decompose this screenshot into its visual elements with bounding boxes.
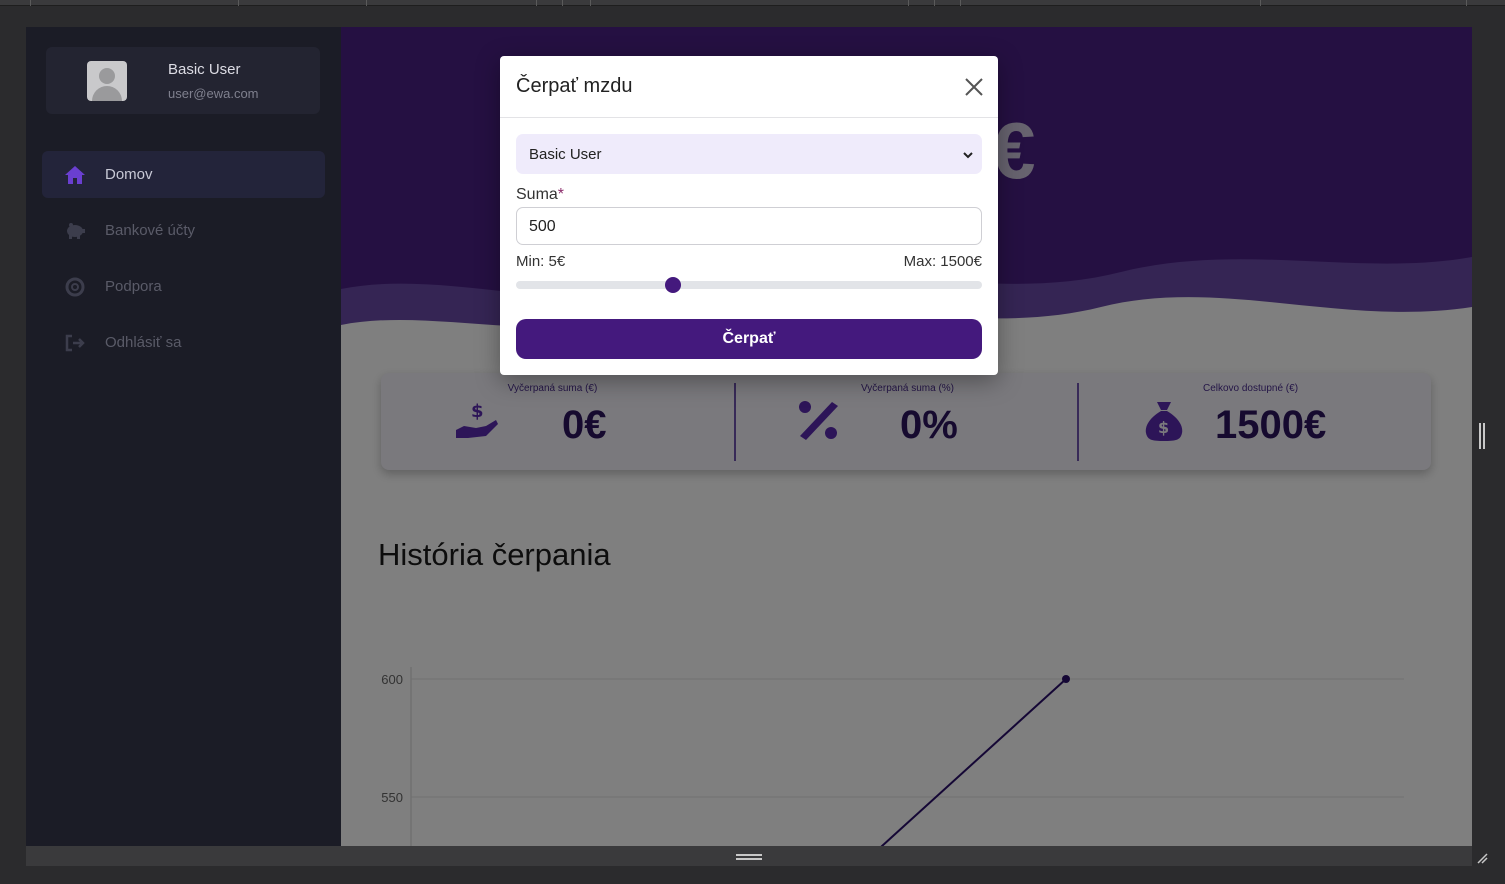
logout-icon xyxy=(64,332,86,354)
modal-header: Čerpať mzdu xyxy=(500,56,998,118)
close-icon[interactable] xyxy=(962,75,986,99)
amount-slider[interactable] xyxy=(516,277,982,293)
sidebar-item-label: Podpora xyxy=(105,278,162,295)
avatar xyxy=(87,61,127,101)
sidebar-item-label: Domov xyxy=(105,166,153,183)
browser-top-strip xyxy=(0,0,1505,6)
sidebar-item-label: Odhlásiť sa xyxy=(105,334,182,351)
piggy-bank-icon xyxy=(64,220,86,242)
sidebar-item-home[interactable]: Domov xyxy=(42,151,325,198)
sidebar: Basic User user@ewa.com Domov Bankové úč… xyxy=(26,27,341,846)
vertical-resize-handle[interactable] xyxy=(1479,423,1481,449)
withdraw-button[interactable]: Čerpať xyxy=(516,319,982,359)
bottom-panel-bar xyxy=(26,846,1472,866)
home-icon xyxy=(64,164,86,186)
min-label: Min: 5€ xyxy=(516,253,566,270)
sidebar-item-support[interactable]: Podpora xyxy=(42,263,325,310)
horizontal-resize-handle[interactable] xyxy=(736,854,762,856)
sum-input[interactable]: 500 xyxy=(516,207,982,245)
resize-corner-icon[interactable] xyxy=(1476,851,1488,864)
sum-label: Suma* xyxy=(516,186,565,203)
chevron-down-icon xyxy=(962,148,974,160)
user-email: user@ewa.com xyxy=(168,86,259,101)
sidebar-item-label: Bankové účty xyxy=(105,222,196,239)
max-label: Max: 1500€ xyxy=(903,253,982,270)
required-mark: * xyxy=(557,186,565,203)
sidebar-item-bank-accounts[interactable]: Bankové účty xyxy=(42,207,325,254)
user-select[interactable]: Basic User xyxy=(516,134,982,174)
modal-title: Čerpať mzdu xyxy=(516,75,633,97)
user-name: Basic User xyxy=(168,61,241,78)
sum-input-value: 500 xyxy=(529,218,556,235)
app-frame: Basic User user@ewa.com Domov Bankové úč… xyxy=(26,27,1472,846)
slider-thumb[interactable] xyxy=(665,277,681,293)
withdraw-salary-modal: Čerpať mzdu Basic User Suma* 500 Min: 5€… xyxy=(500,56,998,375)
user-select-value: Basic User xyxy=(529,146,602,163)
user-profile-card[interactable]: Basic User user@ewa.com xyxy=(46,47,320,114)
sidebar-item-logout[interactable]: Odhlásiť sa xyxy=(42,319,325,366)
lifebuoy-icon xyxy=(64,276,86,298)
